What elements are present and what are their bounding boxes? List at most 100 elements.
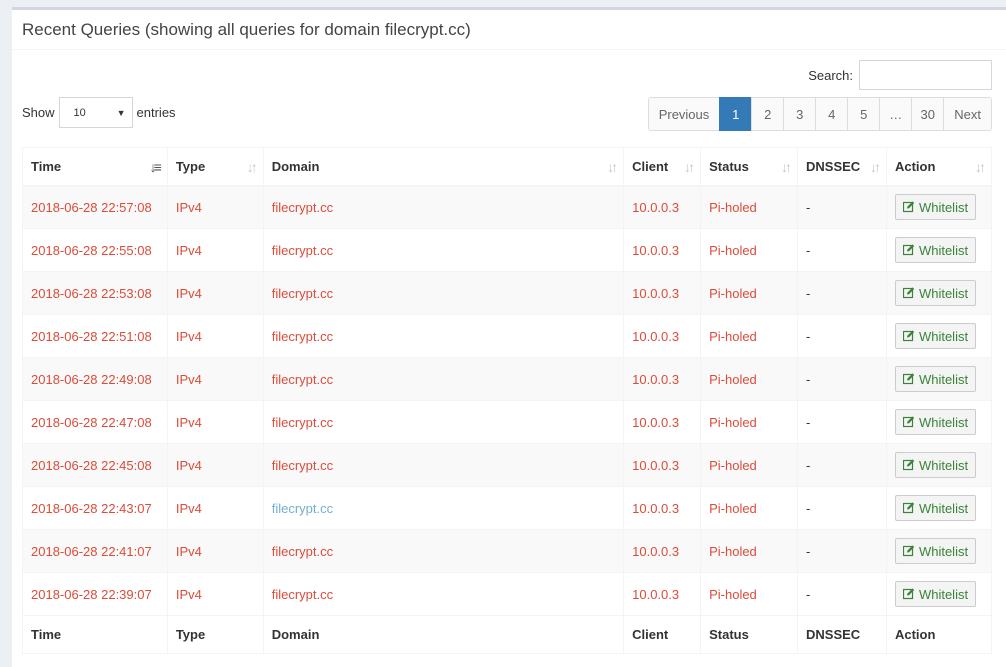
sort-icon: ↓↑ <box>607 159 618 175</box>
page-title: Recent Queries (showing all queries for … <box>22 19 471 39</box>
sort-icon: ↓↑ <box>684 159 695 175</box>
cell-type: IPv4 <box>166 486 264 530</box>
whitelist-button[interactable]: Whitelist <box>894 237 977 263</box>
cell-client: 10.0.0.3 <box>623 357 702 401</box>
column-header-domain[interactable]: Domain ↓↑ <box>262 147 625 187</box>
page-button-1[interactable]: 1 <box>719 97 753 131</box>
footer-time: Time <box>22 615 168 654</box>
column-header-time[interactable]: Time ↓≡ <box>22 147 168 187</box>
sort-icon: ↓↑ <box>246 159 258 175</box>
whitelist-button[interactable]: Whitelist <box>894 538 977 564</box>
whitelist-button[interactable]: Whitelist <box>894 581 977 607</box>
column-header-client[interactable]: Client ↓↑ <box>623 147 702 187</box>
cell-status: Pi-holed <box>700 185 798 229</box>
cell-dnssec: - <box>797 228 887 272</box>
table-row: 2018-06-28 22:51:08 IPv4 filecrypt.cc 10.0.… <box>22 314 993 358</box>
cell-action: Whitelist <box>885 185 993 229</box>
chevron-down-icon: ▼ <box>116 107 126 118</box>
cell-time: 2018-06-28 22:49:08 <box>22 357 168 401</box>
table-body: 2018-06-28 22:57:08 IPv4 filecrypt.cc 10.0.… <box>22 185 993 616</box>
table-row: 2018-06-28 22:55:08 IPv4 filecrypt.cc 10.0.… <box>22 228 993 272</box>
cell-domain: filecrypt.cc <box>262 228 625 272</box>
edit-icon <box>902 459 915 471</box>
whitelist-button[interactable]: Whitelist <box>894 194 977 221</box>
whitelist-button[interactable]: Whitelist <box>894 366 977 392</box>
page-button-5[interactable]: 5 <box>847 97 881 131</box>
page-button-2[interactable]: 2 <box>751 97 785 131</box>
table-row: 2018-06-28 22:39:07 IPv4 filecrypt.cc 10.0.… <box>22 572 993 616</box>
whitelist-button[interactable]: Whitelist <box>894 409 977 435</box>
previous-page-button[interactable]: Previous <box>647 97 721 131</box>
cell-domain: filecrypt.cc <box>262 185 625 229</box>
sort-desc-icon: ↓≡ <box>149 159 162 175</box>
queries-table: Time ↓≡ Type ↓↑ Domain ↓↑ Client ↓↑ Status ↓↑… <box>22 147 993 654</box>
edit-icon <box>902 373 915 385</box>
whitelist-button[interactable]: Whitelist <box>894 452 977 478</box>
column-header-status[interactable]: Status ↓↑ <box>700 147 798 187</box>
whitelist-label: Whitelist <box>918 199 969 215</box>
cell-time: 2018-06-28 22:45:08 <box>22 443 168 487</box>
page-button-4[interactable]: 4 <box>815 97 849 131</box>
table-row: 2018-06-28 22:53:08 IPv4 filecrypt.cc 10.0.… <box>22 271 993 315</box>
whitelist-button[interactable]: Whitelist <box>894 495 977 521</box>
entries-label: entries <box>136 105 176 120</box>
edit-icon <box>902 545 915 557</box>
table-row: 2018-06-28 22:47:08 IPv4 filecrypt.cc 10.0.… <box>22 400 993 444</box>
cell-dnssec: - <box>797 572 887 616</box>
box-header: Recent Queries (showing all queries for … <box>12 10 1006 50</box>
cell-type: IPv4 <box>166 443 264 487</box>
column-header-action[interactable]: Action ↓↑ <box>885 147 993 187</box>
cell-type: IPv4 <box>166 572 264 616</box>
cell-status: Pi-holed <box>700 572 798 616</box>
cell-time: 2018-06-28 22:51:08 <box>22 314 168 358</box>
cell-dnssec: - <box>797 271 887 315</box>
search-input[interactable] <box>859 60 992 90</box>
whitelist-button[interactable]: Whitelist <box>894 280 977 306</box>
whitelist-label: Whitelist <box>918 328 969 344</box>
whitelist-label: Whitelist <box>918 371 969 387</box>
edit-icon <box>902 330 915 342</box>
cell-type: IPv4 <box>166 314 264 358</box>
next-page-button[interactable]: Next <box>943 97 992 131</box>
entries-select[interactable]: 10 ▼ <box>58 97 133 128</box>
sort-icon: ↓↑ <box>869 159 881 175</box>
edit-icon <box>902 502 915 514</box>
column-header-type[interactable]: Type ↓↑ <box>166 147 264 187</box>
cell-time: 2018-06-28 22:53:08 <box>22 271 168 315</box>
edit-icon <box>902 201 915 213</box>
cell-action: Whitelist <box>885 400 993 444</box>
entries-length: Show 10 ▼ entries <box>22 97 176 128</box>
cell-type: IPv4 <box>166 529 264 573</box>
whitelist-label: Whitelist <box>918 586 969 602</box>
cell-domain: filecrypt.cc <box>262 486 625 530</box>
cell-client: 10.0.0.3 <box>623 228 702 272</box>
table-row: 2018-06-28 22:49:08 IPv4 filecrypt.cc 10.0.… <box>22 357 993 401</box>
edit-icon <box>902 244 915 256</box>
whitelist-button[interactable]: Whitelist <box>894 323 977 349</box>
cell-dnssec: - <box>797 314 887 358</box>
whitelist-label: Whitelist <box>918 500 969 516</box>
cell-time: 2018-06-28 22:47:08 <box>22 400 168 444</box>
whitelist-label: Whitelist <box>918 285 969 301</box>
cell-dnssec: - <box>797 443 887 487</box>
column-header-dnssec[interactable]: DNSSEC ↓↑ <box>797 147 887 187</box>
cell-status: Pi-holed <box>700 529 798 573</box>
cell-action: Whitelist <box>885 486 993 530</box>
cell-type: IPv4 <box>166 228 264 272</box>
cell-status: Pi-holed <box>700 228 798 272</box>
cell-domain: filecrypt.cc <box>262 529 625 573</box>
cell-client: 10.0.0.3 <box>623 572 702 616</box>
page-button-30[interactable]: 30 <box>911 97 945 131</box>
footer-dnssec: DNSSEC <box>797 615 887 654</box>
table-header-row: Time ↓≡ Type ↓↑ Domain ↓↑ Client ↓↑ Status ↓↑… <box>22 147 993 187</box>
cell-time: 2018-06-28 22:55:08 <box>22 228 168 272</box>
edit-icon <box>902 588 915 600</box>
cell-domain: filecrypt.cc <box>262 357 625 401</box>
cell-type: IPv4 <box>166 271 264 315</box>
cell-client: 10.0.0.3 <box>623 314 702 358</box>
cell-dnssec: - <box>797 529 887 573</box>
page-button-3[interactable]: 3 <box>783 97 817 131</box>
cell-client: 10.0.0.3 <box>623 486 702 530</box>
cell-status: Pi-holed <box>700 314 798 358</box>
table-row: 2018-06-28 22:41:07 IPv4 filecrypt.cc 10.0.… <box>22 529 993 573</box>
